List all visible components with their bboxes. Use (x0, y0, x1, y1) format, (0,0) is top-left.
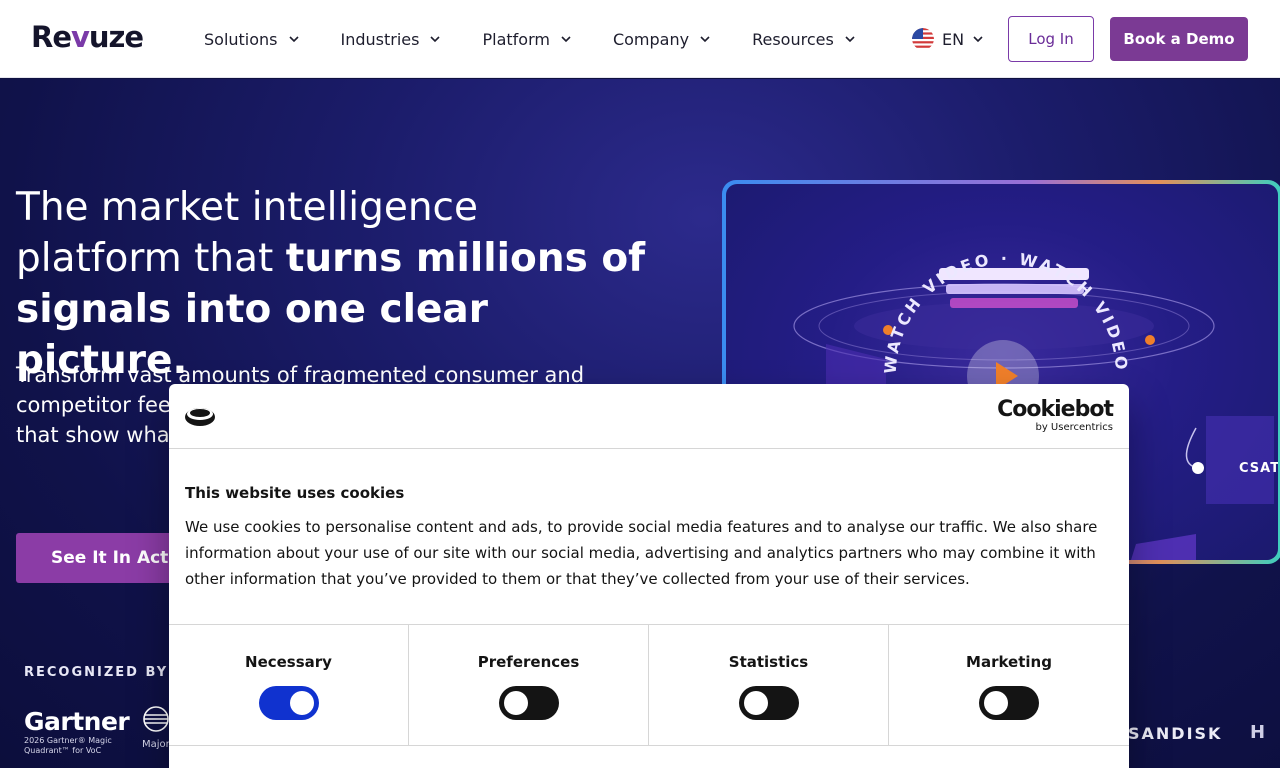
toggle-knob (504, 691, 528, 715)
toggle-knob (984, 691, 1008, 715)
nav-label: Company (612, 29, 690, 49)
nav-label: Solutions (204, 29, 278, 49)
category-label: Necessary (245, 653, 332, 671)
chevron-down-icon (561, 36, 571, 43)
cookie-category-preferences: Preferences (409, 625, 649, 745)
main-nav: Solutions Industries Platform Company Re… (204, 28, 856, 50)
cookie-category-necessary: Necessary (169, 625, 409, 745)
nav-item-company[interactable]: Company (613, 28, 711, 50)
nav-item-solutions[interactable]: Solutions (204, 28, 300, 50)
toggle-knob (290, 691, 314, 715)
gartner-subtitle: 2026 Gartner® Magic Quadrant™ for VoC (24, 736, 112, 755)
nav-item-platform[interactable]: Platform (482, 28, 571, 50)
logo-part: Re (31, 20, 72, 54)
cookie-category-statistics: Statistics (649, 625, 889, 745)
client-logo-sandisk: SANDISK (1128, 724, 1223, 743)
cookie-dialog-text: We use cookies to personalise content an… (185, 518, 1098, 588)
chevron-down-icon (430, 36, 441, 43)
csat-label: CSAT (1239, 461, 1278, 476)
chevron-down-icon (973, 36, 983, 43)
cookiebot-by: by Usercentrics (1035, 422, 1113, 433)
revuze-logo[interactable]: Revuze (31, 20, 144, 54)
cookie-categories: Necessary Preferences Statistics Marketi… (169, 624, 1129, 746)
client-logo-h: H (1250, 722, 1266, 743)
nav-label: Resources (752, 29, 834, 49)
category-label: Preferences (477, 653, 580, 671)
chevron-down-icon (700, 36, 710, 43)
nav-label: Platform (482, 29, 550, 49)
cookie-icon (185, 408, 215, 426)
site-header: Revuze Solutions Industries Platform Com… (0, 0, 1280, 78)
category-label: Marketing (966, 653, 1052, 671)
login-button[interactable]: Log In (1008, 16, 1094, 62)
chevron-down-icon (845, 36, 855, 43)
cookie-consent-dialog: Cookiebot by Usercentrics This website u… (169, 384, 1129, 768)
gartner-name: Gartner (24, 707, 130, 736)
cookiebot-brand: Cookiebot (997, 397, 1114, 422)
hero-title: The market intelligence platform that tu… (16, 182, 656, 386)
gartner-badge: Gartner 2026 Gartner® Magic Quadrant™ fo… (24, 707, 130, 756)
cookie-category-marketing: Marketing (889, 625, 1129, 745)
marketing-toggle[interactable] (979, 686, 1039, 720)
language-label: EN (942, 29, 965, 49)
us-flag-icon (912, 28, 934, 50)
toggle-knob (744, 691, 768, 715)
statistics-toggle[interactable] (739, 686, 799, 720)
nav-item-industries[interactable]: Industries (341, 28, 442, 50)
cookie-dialog-header: Cookiebot by Usercentrics (169, 384, 1129, 449)
language-selector[interactable]: EN (912, 28, 984, 50)
logo-part: uze (88, 20, 144, 54)
book-demo-button[interactable]: Book a Demo (1110, 17, 1248, 61)
cookie-dialog-title: This website uses cookies (185, 484, 405, 502)
cookiebot-logo[interactable]: Cookiebot by Usercentrics (997, 397, 1114, 434)
nav-item-resources[interactable]: Resources (752, 28, 856, 50)
preferences-toggle[interactable] (499, 686, 559, 720)
category-label: Statistics (728, 653, 809, 671)
necessary-toggle[interactable] (259, 686, 319, 720)
logo-part-v: v (71, 20, 90, 54)
globe-icon (143, 706, 169, 732)
chevron-down-icon (288, 36, 299, 43)
nav-label: Industries (340, 29, 420, 49)
